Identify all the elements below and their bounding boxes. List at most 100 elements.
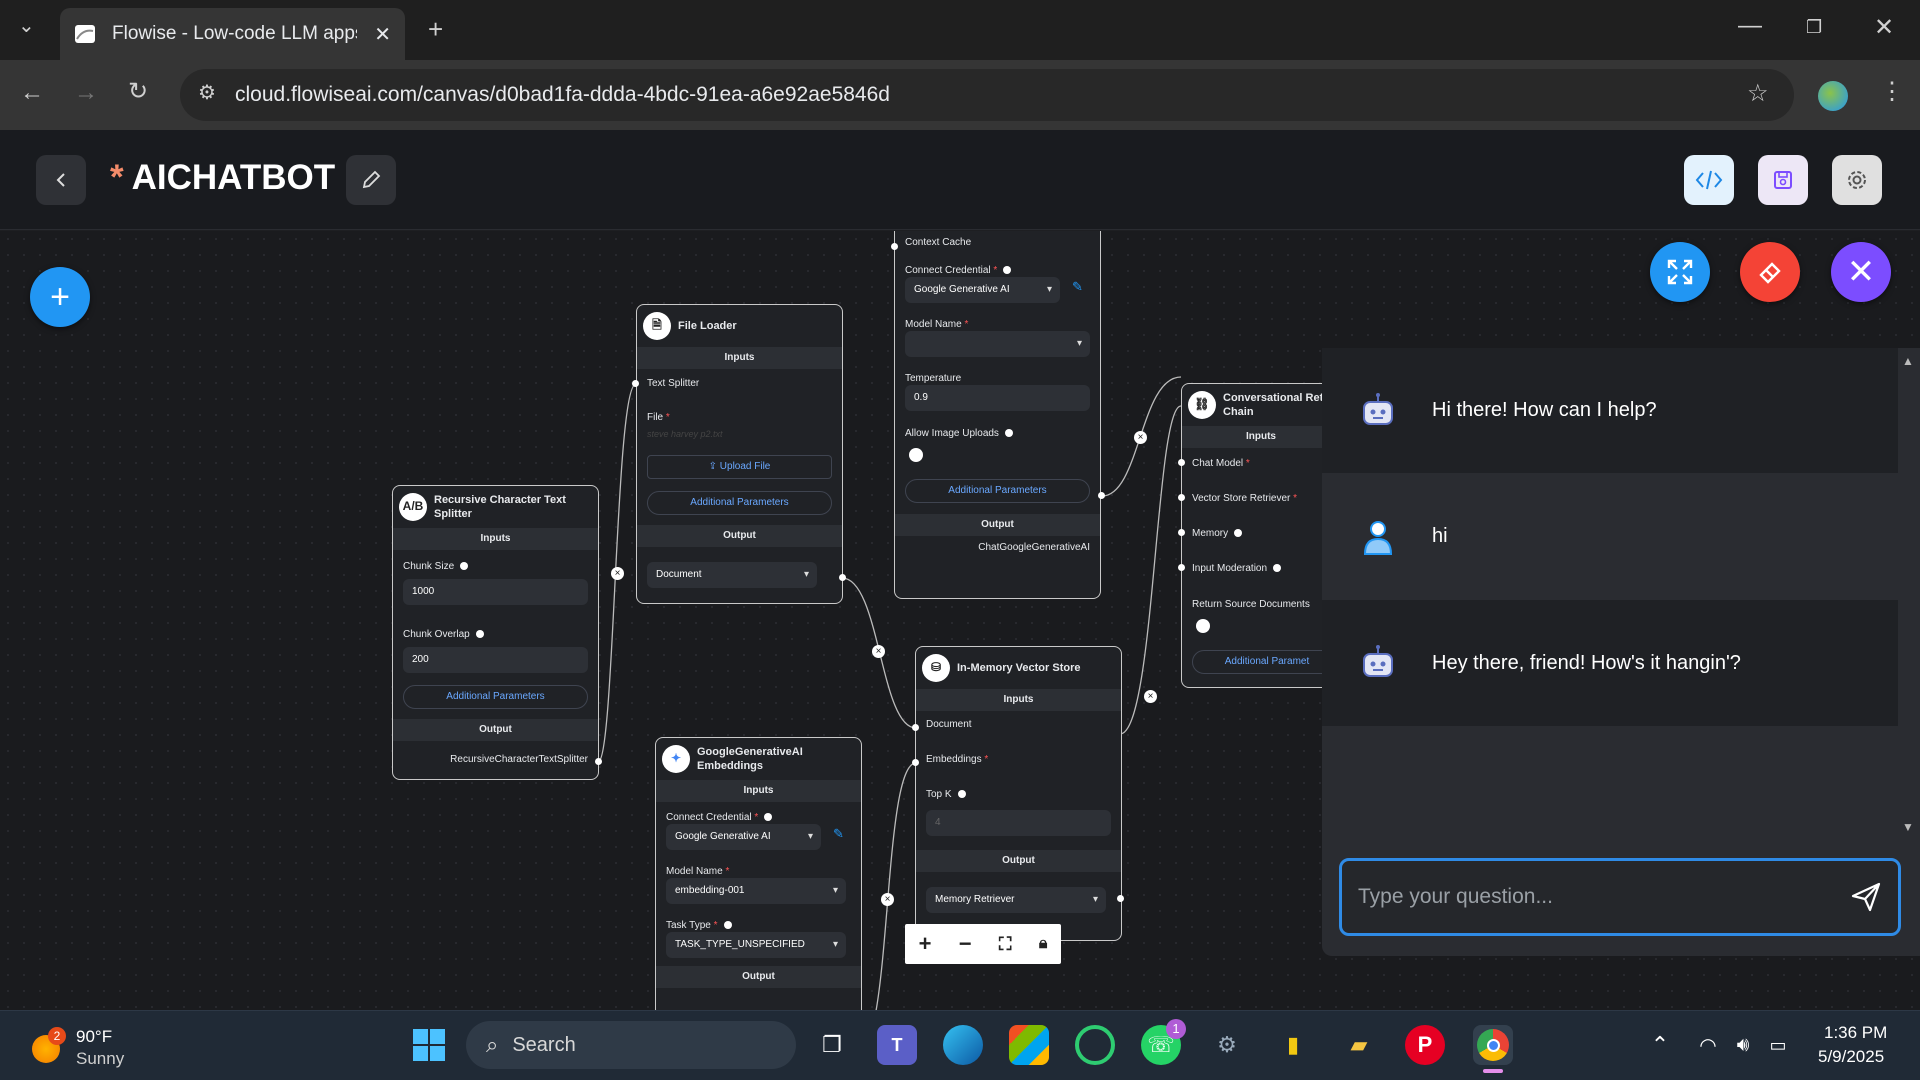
chain-memory-handle[interactable] <box>1178 529 1185 536</box>
task-type-select[interactable]: TASK_TYPE_UNSPECIFIED <box>666 932 846 958</box>
site-settings-icon[interactable]: ⚙ <box>198 83 216 103</box>
clock-date[interactable]: 5/9/2025 <box>1818 1047 1884 1067</box>
image-uploads-toggle[interactable] <box>909 448 923 462</box>
vector-store-output-handle[interactable] <box>1117 895 1124 902</box>
chunk-overlap-label: Chunk Overlap <box>403 629 484 640</box>
output-select[interactable]: Memory Retriever <box>926 887 1106 913</box>
additional-parameters-button[interactable]: Additional Parameters <box>647 491 832 515</box>
edge-icon[interactable] <box>943 1025 983 1065</box>
credential-select[interactable]: Google Generative AI <box>905 277 1060 303</box>
chain-moderation-handle[interactable] <box>1178 564 1185 571</box>
power-bi-icon[interactable]: ▮ <box>1273 1025 1313 1065</box>
lock-icon[interactable]: 🔒︎ <box>1039 935 1048 953</box>
additional-parameters-button[interactable]: Additional Paramet <box>1192 650 1342 674</box>
edit-credential-icon[interactable]: ✎ <box>1072 279 1083 295</box>
chat-model-output-handle[interactable] <box>1098 492 1105 499</box>
show-hidden-icons[interactable]: ⌃ <box>1640 1025 1680 1065</box>
file-explorer-icon[interactable]: ▰ <box>1339 1025 1379 1065</box>
edit-name-button[interactable] <box>346 155 396 205</box>
output-select[interactable]: Document <box>647 562 817 588</box>
back-arrow-icon[interactable]: ← <box>20 81 44 105</box>
start-button[interactable] <box>409 1025 449 1065</box>
volume-icon[interactable]: 🔊︎ <box>1723 1025 1763 1065</box>
save-flow-button[interactable] <box>1758 155 1808 205</box>
file-placeholder: steve harvey p2.txt <box>647 429 723 439</box>
chain-retriever-handle[interactable] <box>1178 494 1185 501</box>
url-field[interactable]: ⚙ cloud.flowiseai.com/canvas/d0bad1fa-dd… <box>180 69 1794 121</box>
file-loader-output-handle[interactable] <box>839 574 846 581</box>
close-chat-button[interactable]: ✕ <box>1831 242 1891 302</box>
zoom-in-icon[interactable]: + <box>919 931 932 957</box>
window-close-icon[interactable]: ✕ <box>1874 16 1894 40</box>
restore-icon[interactable]: ❐ <box>1806 18 1822 36</box>
additional-parameters-button[interactable]: Additional Parameters <box>403 685 588 709</box>
refresh-app-icon[interactable] <box>1075 1025 1115 1065</box>
credential-select[interactable]: Google Generative AI <box>666 824 821 850</box>
edge-delete-icon[interactable]: × <box>1134 431 1147 444</box>
search-icon: ⌕ <box>486 1032 499 1057</box>
additional-parameters-button[interactable]: Additional Parameters <box>905 479 1090 503</box>
clear-chat-button[interactable] <box>1740 242 1800 302</box>
pinterest-icon[interactable]: P <box>1405 1025 1445 1065</box>
reload-icon[interactable]: ↻ <box>128 80 148 104</box>
task-view-icon[interactable]: ❐ <box>812 1025 852 1065</box>
context-cache-handle[interactable] <box>891 243 898 250</box>
back-button[interactable] <box>36 155 86 205</box>
teams-icon[interactable]: T <box>877 1025 917 1065</box>
vector-store-document-handle[interactable] <box>912 724 919 731</box>
new-tab-icon[interactable]: + <box>428 16 443 42</box>
browser-menu-icon[interactable]: ⋮ <box>1880 80 1904 104</box>
fit-view-icon[interactable]: ⛶ <box>999 934 1012 955</box>
zoom-out-icon[interactable]: − <box>959 931 972 957</box>
node-retrieval-chain[interactable]: ⛓ Conversational Retr Chain Inputs Chat M… <box>1181 383 1342 688</box>
tab-close-icon[interactable]: ✕ <box>374 22 391 47</box>
chain-chat-model-handle[interactable] <box>1178 459 1185 466</box>
forward-arrow-icon[interactable]: → <box>74 81 98 105</box>
settings-app-icon[interactable]: ⚙ <box>1207 1025 1247 1065</box>
edge-delete-icon[interactable]: × <box>872 645 885 658</box>
chrome-icon[interactable] <box>1473 1025 1513 1065</box>
bookmark-star-icon[interactable]: ☆ <box>1747 82 1769 106</box>
wifi-icon[interactable]: ◠ <box>1688 1025 1728 1065</box>
send-icon[interactable] <box>1850 881 1882 913</box>
edge-delete-icon[interactable]: × <box>881 893 894 906</box>
node-header: ⛓ Conversational Retr Chain <box>1182 384 1340 426</box>
weather-widget[interactable]: 2 90°F Sunny <box>30 1021 170 1071</box>
expand-chat-button[interactable] <box>1650 242 1710 302</box>
browser-tab[interactable]: Flowise - Low-code LLM apps b ✕ <box>60 8 405 60</box>
settings-button[interactable] <box>1832 155 1882 205</box>
store-icon[interactable] <box>1009 1025 1049 1065</box>
node-chat-google-genai[interactable]: Context Cache Connect Credential * Googl… <box>894 231 1101 599</box>
profile-avatar[interactable] <box>1818 81 1848 111</box>
chunk-size-field[interactable]: 1000 <box>403 579 588 605</box>
taskbar-search[interactable]: ⌕ Search <box>466 1021 796 1069</box>
splitter-output-handle[interactable] <box>595 758 602 765</box>
inputs-section: Inputs <box>656 780 861 802</box>
scroll-down-icon[interactable]: ▼ <box>1902 820 1914 834</box>
node-embeddings[interactable]: ✦ GoogleGenerativeAI Embeddings Inputs Co… <box>655 737 862 1011</box>
upload-file-button[interactable]: ⇪ Upload File <box>647 455 832 479</box>
add-node-button[interactable]: + <box>30 267 90 327</box>
node-vector-store[interactable]: ⛁ In-Memory Vector Store Inputs Document … <box>915 646 1122 941</box>
minimize-icon[interactable]: — <box>1738 14 1762 38</box>
model-name-select[interactable]: embedding-001 <box>666 878 846 904</box>
tab-search-chevron-icon[interactable]: ⌄ <box>18 16 35 36</box>
return-source-toggle[interactable] <box>1196 619 1210 633</box>
edit-credential-icon[interactable]: ✎ <box>833 826 844 842</box>
chunk-overlap-field[interactable]: 200 <box>403 647 588 673</box>
topk-field[interactable]: 4 <box>926 810 1111 836</box>
edge-delete-icon[interactable]: × <box>1144 690 1157 703</box>
node-file-loader[interactable]: 🗎 File Loader Inputs Text Splitter File *… <box>636 304 843 604</box>
weather-badge: 2 <box>48 1027 66 1045</box>
file-loader-input-handle[interactable] <box>632 380 639 387</box>
model-name-select[interactable] <box>905 331 1090 357</box>
temperature-field[interactable]: 0.9 <box>905 385 1090 411</box>
chat-input[interactable]: Type your question... <box>1339 858 1901 936</box>
scroll-up-icon[interactable]: ▲ <box>1902 354 1914 368</box>
clock-time[interactable]: 1:36 PM <box>1824 1023 1887 1043</box>
vector-store-embeddings-handle[interactable] <box>912 759 919 766</box>
api-code-button[interactable] <box>1684 155 1734 205</box>
battery-icon[interactable]: ▭ <box>1758 1025 1798 1065</box>
node-text-splitter[interactable]: A/B Recursive Character Text Splitter Inp… <box>392 485 599 780</box>
edge-delete-icon[interactable]: × <box>611 567 624 580</box>
